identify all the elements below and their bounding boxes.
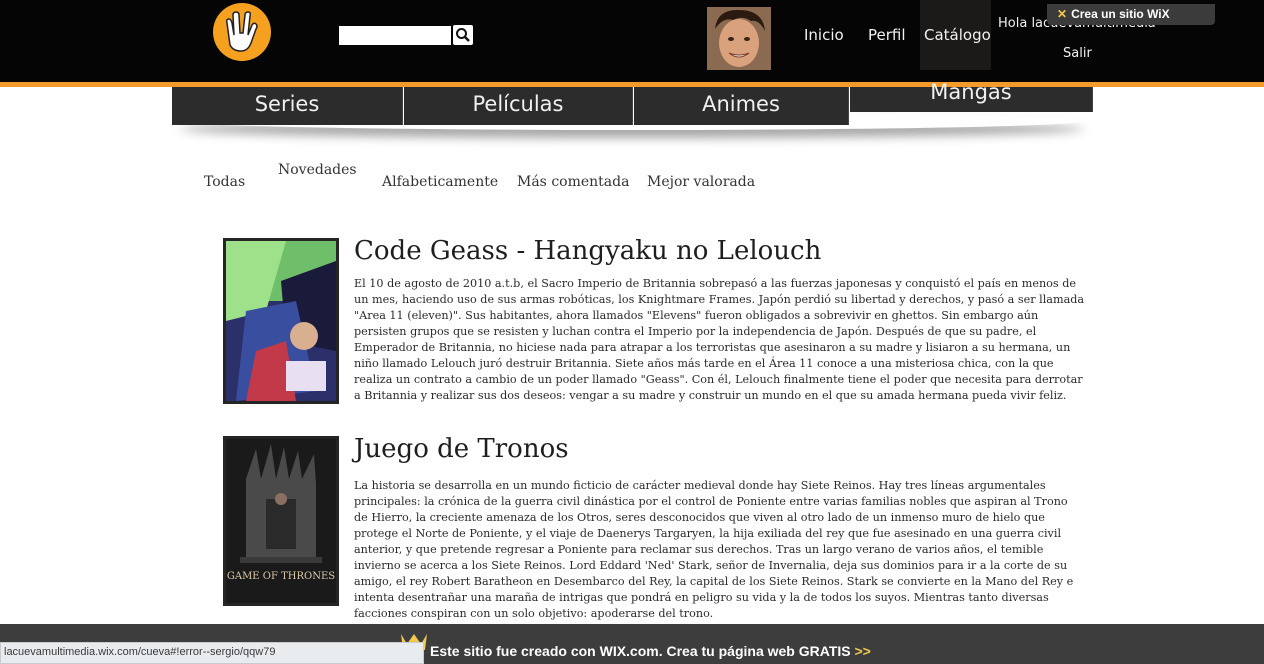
item-description: La historia se desarrolla en un mundo fi… [354, 479, 1074, 620]
item-title[interactable]: Juego de Tronos [354, 434, 569, 464]
nav-catalogo[interactable]: Catálogo [924, 26, 991, 46]
search-button[interactable] [453, 25, 473, 45]
filter-alfabeticamente[interactable]: Alfabeticamente [382, 174, 498, 190]
browser-status-url: lacuevamultimedia.wix.com/cueva#!error--… [0, 642, 424, 664]
code-geass-poster[interactable] [223, 238, 339, 404]
code-geass-artwork [226, 241, 336, 401]
wix-promo-arrows[interactable]: >> [855, 643, 871, 659]
search-icon [456, 28, 470, 42]
poster-title-text: GAME OF THRONES [226, 571, 336, 582]
filter-mas-comentada[interactable]: Más comentada [517, 174, 629, 190]
nav-perfil[interactable]: Perfil [868, 26, 906, 46]
game-of-thrones-poster[interactable]: GAME OF THRONES [223, 436, 339, 606]
wix-x-icon: ✕ [1057, 7, 1068, 21]
avatar-photo [707, 7, 771, 70]
site-logo[interactable] [213, 3, 271, 61]
tab-series[interactable]: Series [172, 87, 403, 125]
item-title[interactable]: Code Geass - Hangyaku no Lelouch [354, 236, 821, 266]
wix-promo-label: Este sitio fue creado con WIX.com. Crea … [430, 643, 851, 659]
tab-animes[interactable]: Animes [634, 87, 849, 125]
tab-peliculas[interactable]: Películas [404, 87, 633, 125]
category-tabs: Series Películas Animes Mangas [172, 82, 1093, 127]
wix-create-site-tab[interactable]: ✕ Crea un sitio WiX [1047, 4, 1215, 25]
top-header: Inicio Perfil Catálogo Hola lacuevamulti… [0, 0, 1264, 82]
tab-mangas[interactable]: Mangas [850, 82, 1093, 112]
search-input[interactable] [339, 26, 451, 45]
item-description: El 10 de agosto de 2010 a.t.b, el Sacro … [354, 277, 1085, 402]
user-avatar[interactable] [707, 7, 771, 70]
nav-inicio[interactable]: Inicio [804, 26, 844, 46]
wix-tab-label: Crea un sitio WiX [1071, 7, 1170, 21]
filter-todas[interactable]: Todas [204, 174, 245, 190]
filter-novedades[interactable]: Novedades [278, 162, 357, 178]
logout-link[interactable]: Salir [1063, 46, 1092, 61]
vulcan-hand-icon [226, 11, 258, 52]
filter-mejor-valorada[interactable]: Mejor valorada [647, 174, 755, 190]
wix-promo-text: Este sitio fue creado con WIX.com. Crea … [430, 643, 871, 659]
